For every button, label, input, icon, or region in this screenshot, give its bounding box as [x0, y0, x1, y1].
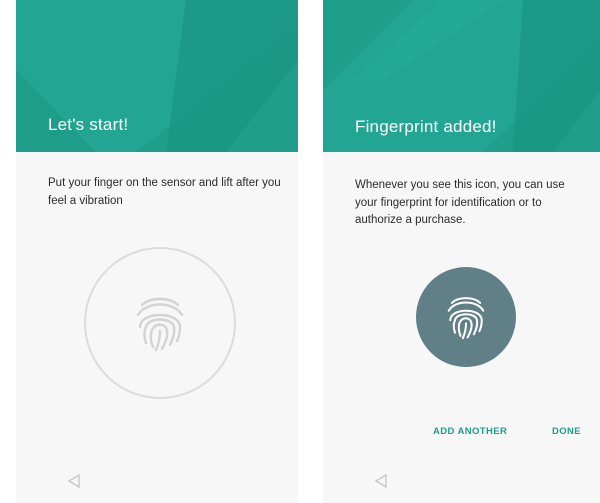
done-button[interactable]: DONE	[552, 426, 581, 437]
instruction-text: Put your finger on the sensor and lift a…	[48, 177, 281, 207]
back-nav-icon[interactable]	[373, 473, 389, 489]
screenshot-stage: Let's start! Put your finger on the sens…	[0, 0, 600, 503]
fingerprint-icon	[447, 297, 485, 340]
back-nav-icon[interactable]	[66, 473, 82, 489]
fingerprint-badge	[416, 267, 516, 367]
page-title: Fingerprint added!	[355, 117, 497, 136]
header-banner: Let's start!	[16, 0, 298, 152]
header-banner: Fingerprint added!	[323, 0, 600, 152]
action-bar: ADD ANOTHER DONE	[323, 426, 600, 442]
enroll-start-screen: Let's start! Put your finger on the sens…	[16, 0, 298, 503]
page-title: Let's start!	[48, 115, 129, 134]
info-text: Whenever you see this icon, you can use …	[355, 179, 565, 226]
add-another-button[interactable]: ADD ANOTHER	[433, 426, 507, 437]
enroll-complete-screen: Fingerprint added! Whenever you see this…	[323, 0, 600, 503]
fingerprint-icon	[136, 297, 184, 352]
sensor-ring	[84, 247, 236, 399]
